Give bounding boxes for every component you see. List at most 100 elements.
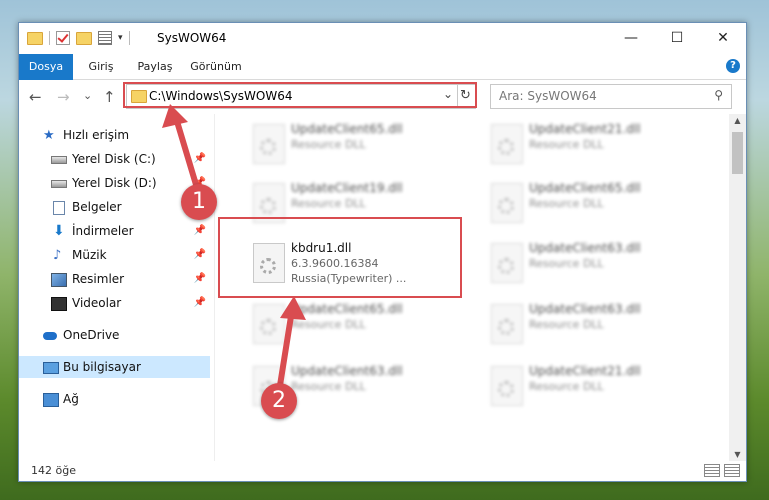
file-name: UpdateClient21.dll [529,122,641,136]
file-item[interactable]: UpdateClient21.dll Resource DLL [477,360,697,410]
file-name: UpdateClient65.dll [291,302,403,316]
file-item[interactable]: UpdateClient65.dll Resource DLL [239,118,459,168]
quick-access-toolbar: ▾ [27,31,130,45]
sidebar-item-local-disk-c[interactable]: Yerel Disk (C:) 📌 [19,148,210,170]
file-name: UpdateClient63.dll [529,302,641,316]
close-button[interactable]: ✕ [700,23,746,54]
sidebar-item-label: Müzik [72,248,107,262]
sidebar-item-label: Videolar [72,296,122,310]
file-highlight-box [218,217,462,298]
status-bar: 142 öğe [19,461,746,481]
help-icon[interactable]: ? [726,59,740,73]
sidebar-item-label: Bu bilgisayar [63,360,141,374]
large-icons-view-icon[interactable] [724,464,740,477]
properties-icon[interactable] [98,31,112,45]
scrollbar-thumb[interactable] [732,132,743,174]
sidebar-item-label: Belgeler [72,200,122,214]
network-icon [43,393,59,407]
item-count: 142 öğe [31,464,76,477]
dll-file-icon [253,124,285,164]
minimize-button[interactable]: — [608,23,654,54]
scroll-up-arrow-icon[interactable]: ▲ [729,116,746,125]
dll-file-icon [491,366,523,406]
file-name: UpdateClient19.dll [291,181,403,195]
step-2-badge: 2 [261,383,297,419]
music-icon: ♪ [53,248,62,263]
sidebar-item-videos[interactable]: Videolar 📌 [19,292,210,314]
downloads-icon: ⬇ [53,223,65,239]
forward-button[interactable]: → [57,88,70,106]
view-buttons [704,464,740,477]
file-name: UpdateClient63.dll [529,241,641,255]
pin-icon[interactable]: 📌 [194,148,206,170]
file-name: UpdateClient21.dll [529,364,641,378]
title-bar: ▾ SysWOW64 — ☐ ✕ [19,23,746,54]
onedrive-cloud-icon [43,332,57,340]
pin-icon[interactable]: 📌 [194,244,206,266]
vertical-scrollbar[interactable]: ▲ ▼ [729,114,746,461]
file-name: UpdateClient63.dll [291,364,403,378]
pin-icon[interactable]: 📌 [194,220,206,242]
file-name: UpdateClient65.dll [529,181,641,195]
dll-file-icon [491,243,523,283]
sidebar-item-this-pc[interactable]: Bu bilgisayar [19,356,210,378]
computer-icon [43,362,59,374]
sidebar-item-label: İndirmeler [72,224,134,238]
file-item[interactable]: UpdateClient63.dll Resource DLL [477,298,697,348]
file-type: Resource DLL [529,318,604,331]
separator [128,31,130,45]
file-type: Resource DLL [529,197,604,210]
tab-share[interactable]: Paylaş [129,54,181,79]
dll-file-icon [491,304,523,344]
scroll-down-arrow-icon[interactable]: ▼ [729,450,746,459]
file-item[interactable]: UpdateClient65.dll Resource DLL [477,177,697,227]
search-icon[interactable]: ⚲ [714,88,723,102]
drive-icon [51,156,67,164]
dll-file-icon [253,304,285,344]
sidebar-item-label: Hızlı erişim [63,128,130,142]
properties-check-icon[interactable] [56,31,70,45]
dll-file-icon [491,183,523,223]
sidebar-item-pictures[interactable]: Resimler 📌 [19,268,210,290]
file-item[interactable]: UpdateClient63.dll Resource DLL [477,237,697,287]
address-highlight-box [123,82,477,108]
folder-icon [27,31,43,45]
details-view-icon[interactable] [704,464,720,477]
search-placeholder: Ara: SysWOW64 [499,89,597,103]
separator [49,31,50,45]
file-type: Resource DLL [529,257,604,270]
sidebar-item-onedrive[interactable]: OneDrive [19,324,210,346]
dll-file-icon [491,124,523,164]
back-button[interactable]: ← [29,88,42,106]
file-type: Resource DLL [291,318,366,331]
sidebar-item-music[interactable]: ♪ Müzik 📌 [19,244,210,266]
maximize-button[interactable]: ☐ [654,23,700,54]
sidebar-item-network[interactable]: Ağ [19,388,210,410]
tab-home[interactable]: Giriş [77,54,125,79]
sidebar-item-label: Resimler [72,272,125,286]
navigation-pane: ★ Hızlı erişim Yerel Disk (C:) 📌 Yerel D… [19,114,214,461]
ribbon-tabs: Dosya Giriş Paylaş Görünüm ? [19,54,746,104]
file-item[interactable]: UpdateClient21.dll Resource DLL [477,118,697,168]
pin-icon[interactable]: 📌 [194,292,206,314]
file-type: Resource DLL [291,197,366,210]
customize-dropdown-icon[interactable]: ▾ [118,33,123,43]
file-type: Resource DLL [529,380,604,393]
file-type: Resource DLL [291,380,366,393]
pictures-icon [51,273,67,287]
file-type: Resource DLL [529,138,604,151]
drive-icon [51,180,67,188]
file-type: Resource DLL [291,138,366,151]
up-button[interactable]: ↑ [103,88,116,106]
new-folder-icon[interactable] [76,31,92,45]
sidebar-item-downloads[interactable]: ⬇ İndirmeler 📌 [19,220,210,242]
step-1-badge: 1 [181,184,217,220]
file-item[interactable]: UpdateClient65.dll Resource DLL [239,298,459,348]
pin-icon[interactable]: 📌 [194,268,206,290]
recent-locations-button[interactable]: ⌄ [83,89,92,102]
sidebar-item-label: Yerel Disk (C:) [72,152,156,166]
sidebar-item-quick-access[interactable]: ★ Hızlı erişim [19,124,210,146]
tab-view[interactable]: Görünüm [185,54,247,79]
sidebar-item-local-disk-d[interactable]: Yerel Disk (D:) 📌 [19,172,210,194]
search-input[interactable]: Ara: SysWOW64 ⚲ [490,84,732,109]
